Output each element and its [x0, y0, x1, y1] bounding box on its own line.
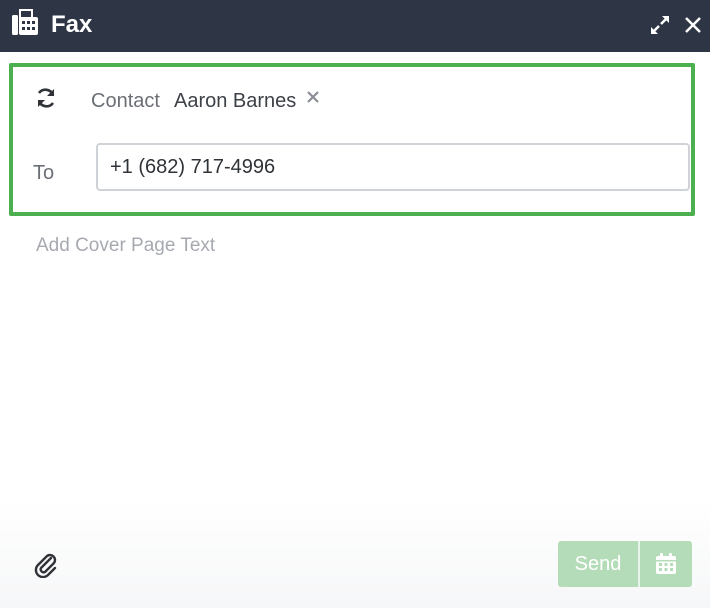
fax-window: Fax Contact Aaron Barnes To +1 (682) 717…	[0, 0, 710, 608]
to-label: To	[33, 162, 55, 184]
refresh-icon[interactable]	[35, 87, 57, 109]
recipient-panel: Contact Aaron Barnes To	[9, 63, 695, 216]
expand-icon[interactable]	[649, 14, 671, 36]
title-bar: Fax	[0, 0, 710, 52]
paperclip-icon[interactable]	[34, 552, 58, 579]
close-icon[interactable]	[682, 14, 704, 36]
cover-page-text-input[interactable]	[36, 235, 676, 495]
send-button[interactable]: Send	[558, 541, 638, 587]
footer-bar: Send	[0, 500, 710, 608]
fax-icon	[11, 9, 39, 37]
remove-contact-icon[interactable]	[304, 88, 322, 106]
to-fax-number-input[interactable]	[96, 143, 690, 191]
calendar-icon	[656, 553, 676, 574]
schedule-send-button[interactable]	[640, 541, 692, 587]
contact-name: Aaron Barnes	[174, 90, 297, 112]
window-title: Fax	[51, 11, 93, 38]
contact-label: Contact	[91, 90, 160, 112]
send-button-group: Send	[558, 541, 692, 587]
